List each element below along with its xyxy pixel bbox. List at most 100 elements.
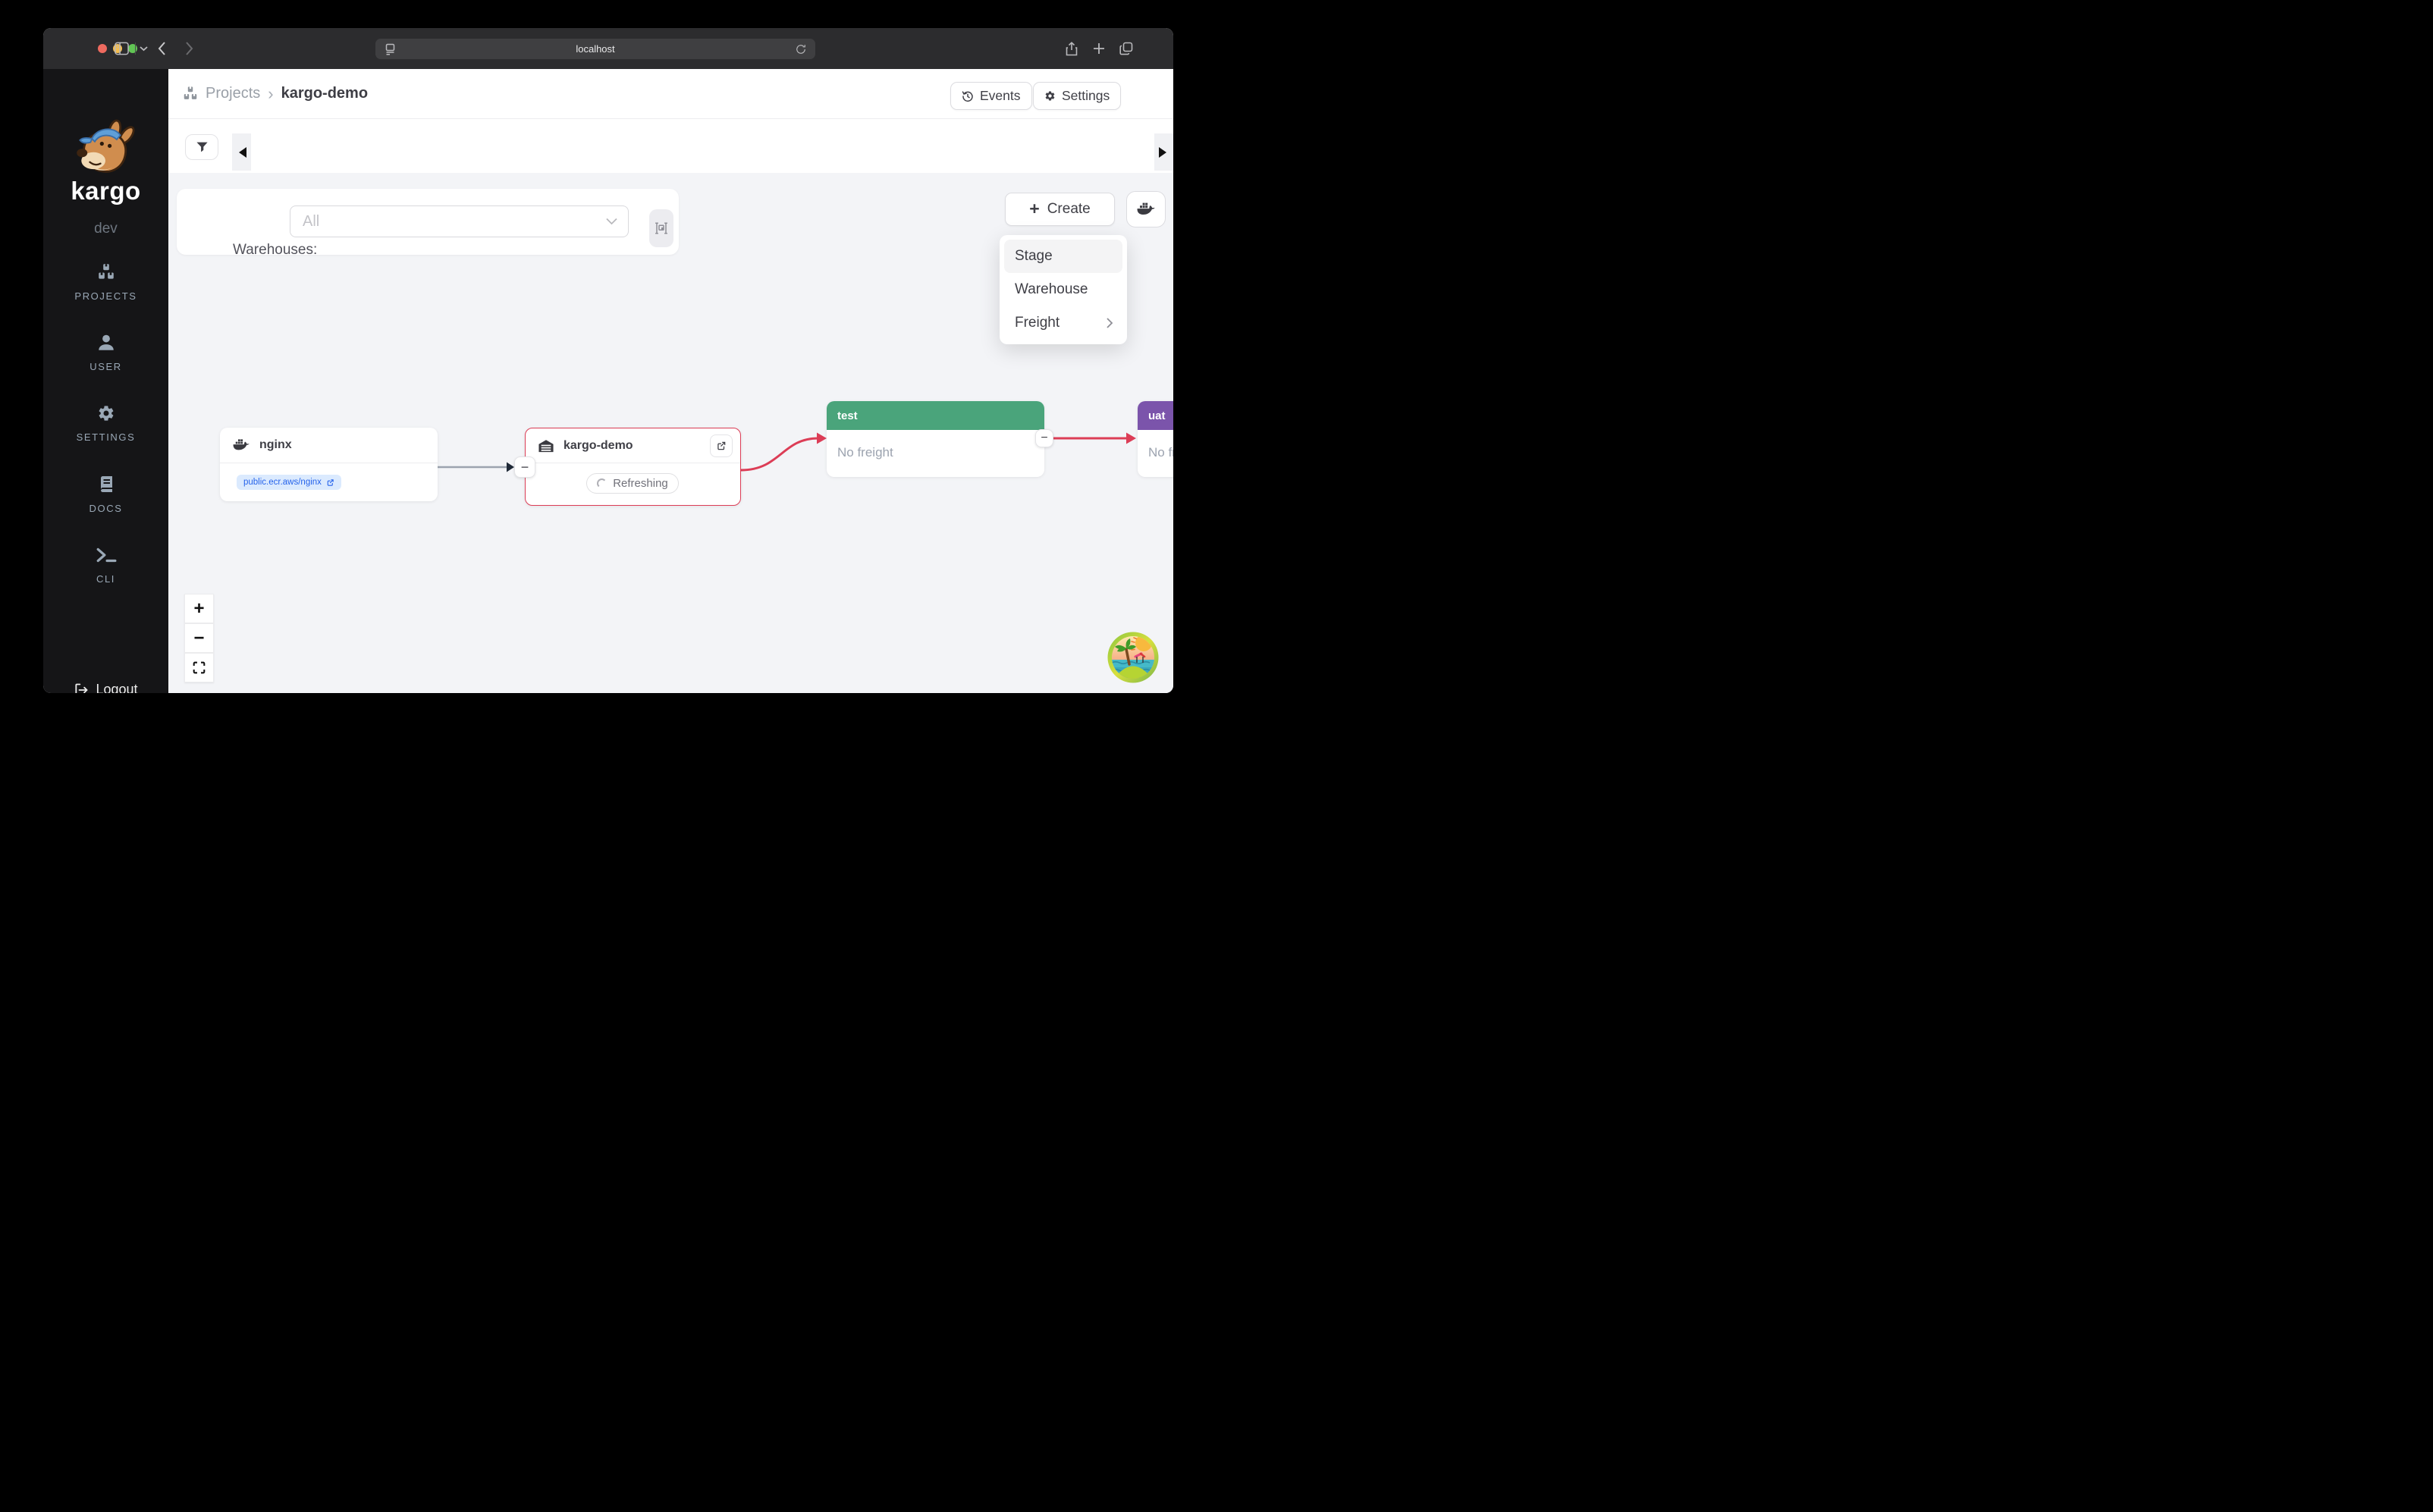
terminal-icon bbox=[96, 546, 117, 564]
warehouse-icon bbox=[538, 438, 554, 453]
repo-link[interactable]: public.ecr.aws/nginx bbox=[237, 475, 341, 490]
new-tab-icon[interactable] bbox=[1093, 42, 1105, 55]
spinner-icon bbox=[597, 478, 607, 488]
breadcrumb-separator: › bbox=[268, 84, 273, 104]
minus-icon: − bbox=[521, 460, 529, 475]
sidebar-item-label: SETTINGS bbox=[43, 431, 168, 443]
menu-item-warehouse[interactable]: Warehouse bbox=[1004, 273, 1122, 306]
node-header: kargo-demo bbox=[526, 428, 740, 463]
chevron-down-icon[interactable] bbox=[140, 45, 148, 52]
node-nginx-repo[interactable]: nginx public.ecr.aws/nginx bbox=[220, 428, 438, 501]
sidebar-item-label: PROJECTS bbox=[43, 290, 168, 302]
fullscreen-icon bbox=[193, 661, 206, 674]
logout-icon bbox=[74, 682, 89, 694]
zoom-out-button[interactable]: − bbox=[184, 623, 214, 653]
share-icon[interactable] bbox=[1066, 42, 1078, 56]
sidebar-item-label: DOCS bbox=[43, 503, 168, 514]
stage-title: test bbox=[837, 409, 858, 422]
node-header: nginx bbox=[220, 428, 438, 463]
minus-icon: − bbox=[1041, 431, 1047, 445]
filter-button[interactable] bbox=[185, 134, 218, 160]
address-bar[interactable]: localhost bbox=[375, 39, 815, 59]
image-view-button[interactable] bbox=[649, 209, 673, 247]
reload-icon[interactable] bbox=[796, 43, 806, 55]
stage-freight-status: No freight bbox=[1138, 430, 1173, 475]
forward-button[interactable] bbox=[185, 42, 193, 55]
refreshing-status-pill[interactable]: Refreshing bbox=[586, 473, 679, 494]
external-link-icon bbox=[716, 441, 727, 451]
events-label: Events bbox=[980, 88, 1021, 104]
island-theme-badge[interactable] bbox=[1107, 631, 1160, 684]
page-icon bbox=[385, 43, 396, 55]
sidebar-item-docs[interactable]: DOCS bbox=[43, 475, 168, 514]
gear-icon bbox=[96, 404, 116, 422]
warehouses-label: Warehouses: bbox=[233, 242, 317, 259]
settings-button[interactable]: Settings bbox=[1033, 82, 1121, 110]
tab-overview-icon[interactable] bbox=[1119, 42, 1133, 55]
menu-item-freight-label: Freight bbox=[1015, 315, 1060, 331]
collapse-handle[interactable]: − bbox=[514, 456, 535, 478]
environment-label: dev bbox=[43, 221, 168, 237]
zoom-window-button[interactable] bbox=[128, 44, 137, 53]
repo-link-text: public.ecr.aws/nginx bbox=[243, 478, 322, 487]
triangle-right-icon bbox=[1159, 147, 1172, 158]
header-divider bbox=[168, 118, 1173, 119]
breadcrumb: Projects › kargo-demo bbox=[182, 69, 368, 118]
collapse-handle[interactable]: − bbox=[1035, 429, 1053, 447]
user-icon bbox=[96, 334, 116, 352]
collapse-right-button[interactable] bbox=[1154, 133, 1173, 171]
breadcrumb-current: kargo-demo bbox=[281, 85, 368, 102]
titlebar-divider bbox=[135, 42, 136, 55]
node-stage-test[interactable]: test No freight bbox=[827, 401, 1044, 477]
create-dropdown-menu: Stage Warehouse Freight bbox=[1000, 235, 1127, 344]
close-window-button[interactable] bbox=[98, 44, 107, 53]
docker-button[interactable] bbox=[1126, 191, 1166, 227]
projects-boxes-icon bbox=[96, 263, 116, 281]
gear-icon bbox=[1044, 90, 1056, 102]
chevron-right-icon bbox=[1106, 317, 1113, 329]
sidebar-toggle-icon[interactable] bbox=[115, 42, 129, 55]
refreshing-label: Refreshing bbox=[613, 477, 668, 490]
docker-whale-icon bbox=[232, 438, 250, 453]
external-link-icon bbox=[326, 478, 334, 487]
warehouses-select-value: All bbox=[303, 213, 319, 231]
settings-label: Settings bbox=[1062, 88, 1110, 104]
events-button[interactable]: Events bbox=[950, 82, 1032, 110]
stage-header: test bbox=[827, 401, 1044, 430]
create-button[interactable]: + Create bbox=[1005, 193, 1115, 226]
node-stage-uat[interactable]: uat No freight bbox=[1138, 401, 1173, 477]
create-label: Create bbox=[1047, 201, 1091, 218]
plus-icon: + bbox=[193, 598, 204, 620]
docker-whale-icon bbox=[1136, 201, 1156, 218]
stage-freight-status: No freight bbox=[827, 430, 1044, 475]
plus-icon: + bbox=[1029, 199, 1039, 219]
node-kargo-demo-warehouse[interactable]: kargo-demo bbox=[525, 428, 741, 506]
frame-image-icon bbox=[655, 221, 668, 235]
sidebar-item-label: CLI bbox=[43, 573, 168, 585]
url-text: localhost bbox=[576, 43, 614, 55]
kargo-kangaroo-logo bbox=[69, 118, 142, 181]
breadcrumb-projects-link[interactable]: Projects bbox=[206, 85, 260, 102]
sidebar-item-settings[interactable]: SETTINGS bbox=[43, 404, 168, 443]
page-header: Projects › kargo-demo Events Settings bbox=[168, 69, 1173, 173]
sidebar-item-projects[interactable]: PROJECTS bbox=[43, 263, 168, 302]
menu-item-stage[interactable]: Stage bbox=[1004, 240, 1122, 273]
zoom-in-button[interactable]: + bbox=[184, 594, 214, 623]
logout-button[interactable]: Logout bbox=[43, 682, 168, 693]
browser-titlebar: localhost bbox=[43, 28, 1173, 69]
sidebar-item-cli[interactable]: CLI bbox=[43, 546, 168, 585]
chevron-down-icon bbox=[606, 218, 617, 225]
logout-label: Logout bbox=[96, 682, 137, 693]
stage-title: uat bbox=[1148, 409, 1166, 422]
history-icon bbox=[962, 90, 974, 102]
warehouses-select[interactable]: All bbox=[290, 205, 629, 237]
back-button[interactable] bbox=[158, 42, 166, 55]
stage-header: uat bbox=[1138, 401, 1173, 430]
triangle-left-icon bbox=[234, 147, 246, 158]
sidebar-item-label: USER bbox=[43, 361, 168, 372]
sidebar-item-user[interactable]: USER bbox=[43, 334, 168, 372]
menu-item-freight[interactable]: Freight bbox=[1004, 306, 1122, 340]
fit-view-button[interactable] bbox=[184, 653, 214, 682]
collapse-left-button[interactable] bbox=[232, 133, 251, 171]
open-warehouse-button[interactable] bbox=[710, 434, 733, 457]
